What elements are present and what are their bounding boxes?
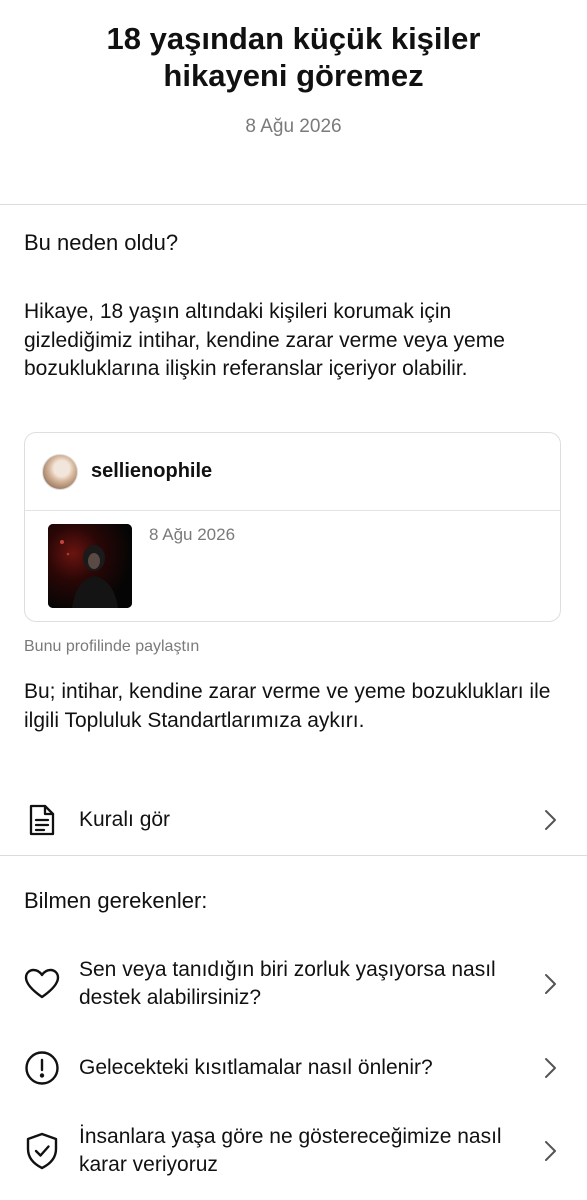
view-rule-label: Kuralı gör [79, 808, 171, 831]
alert-circle-icon [24, 1050, 60, 1086]
chevron-right-icon [543, 809, 557, 831]
shield-check-icon [24, 1132, 60, 1170]
reason-text: Hikaye, 18 yaşın altındaki kişileri koru… [24, 300, 505, 380]
view-rule-row[interactable]: Kuralı gör [0, 800, 587, 840]
avatar [42, 453, 78, 490]
page-date: 8 Ağu 2026 [245, 116, 342, 137]
header: 18 yaşından küçük kişiler hikayeni görem… [0, 0, 587, 138]
info-item-label: Gelecekteki kısıtlamalar nasıl önlenir? [79, 1056, 433, 1079]
post-caption: Bunu profilinde paylaştın [24, 638, 200, 655]
reason-heading: Bu neden oldu? [24, 230, 179, 255]
chevron-right-icon [543, 973, 557, 995]
post-date: 8 Ağu 2026 [149, 525, 236, 544]
info-heading: Bilmen gerekenler: [24, 888, 208, 913]
post-user-row: sellienophile [25, 433, 560, 511]
heart-icon [24, 966, 60, 1002]
chevron-right-icon [543, 1140, 557, 1162]
divider [0, 204, 587, 205]
info-item-restrictions[interactable]: Gelecekteki kısıtlamalar nasıl önlenir? [0, 1048, 587, 1088]
chevron-right-icon [543, 1057, 557, 1079]
divider [0, 855, 587, 856]
violation-text: Bu; intihar, kendine zarar verme ve yeme… [24, 680, 551, 732]
page-title: 18 yaşından küçük kişiler hikayeni görem… [106, 21, 481, 93]
post-row: 8 Ağu 2026 [25, 511, 560, 621]
document-icon [24, 802, 60, 838]
story-thumbnail[interactable] [48, 524, 132, 608]
info-item-age[interactable]: İnsanlara yaşa göre ne göstereceğimize n… [0, 1122, 587, 1180]
info-item-support[interactable]: Sen veya tanıdığın biri zorluk yaşıyorsa… [0, 955, 587, 1013]
info-item-label: Sen veya tanıdığın biri zorluk yaşıyorsa… [79, 958, 496, 1009]
info-item-label: İnsanlara yaşa göre ne göstereceğimize n… [79, 1125, 502, 1176]
post-card[interactable]: sellienophile 8 Ağu 2026 [24, 432, 561, 622]
post-username: sellienophile [91, 460, 213, 482]
